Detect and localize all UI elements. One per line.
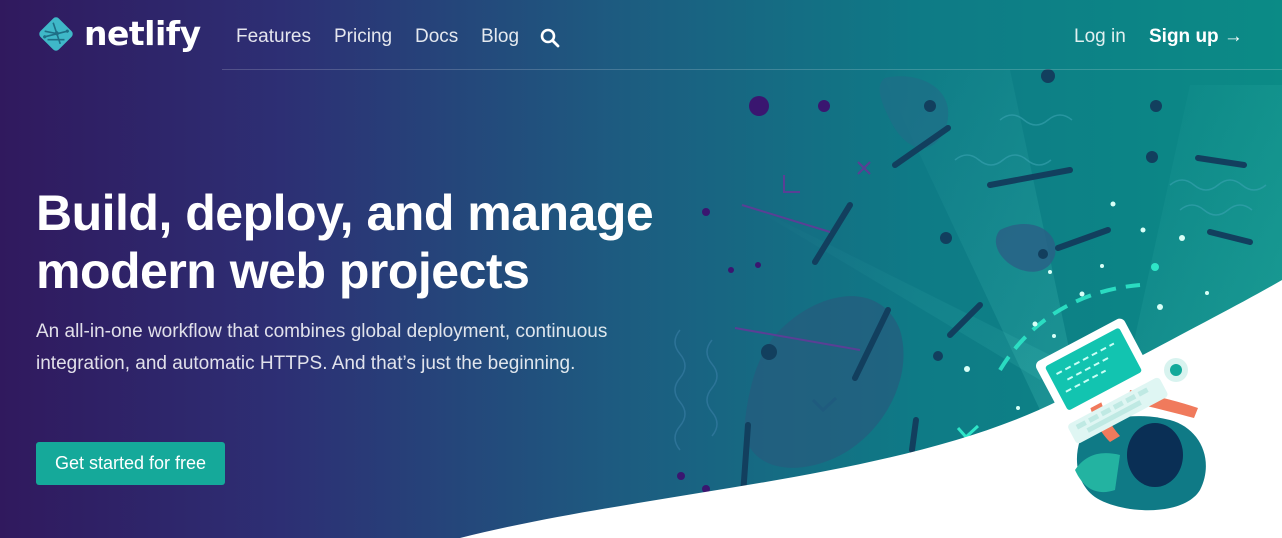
- wave-line: [706, 339, 718, 437]
- nav-link-features[interactable]: Features: [236, 26, 311, 48]
- nav-link-blog[interactable]: Blog: [481, 26, 519, 48]
- top-navigation: netlify Features Pricing Docs Blog Log i…: [0, 0, 1282, 70]
- netlify-logo[interactable]: netlify: [36, 14, 201, 54]
- hero-headline-line-1: Build, deploy, and manage: [36, 185, 654, 241]
- search-icon[interactable]: [540, 28, 560, 48]
- nav-link-pricing[interactable]: Pricing: [334, 26, 392, 48]
- brand-name: netlify: [84, 14, 201, 53]
- hero-subtitle: An all-in-one workflow that combines glo…: [36, 321, 608, 374]
- nav-divider: [222, 69, 1282, 70]
- signup-link[interactable]: Sign up →: [1149, 26, 1243, 48]
- netlify-logo-icon: [39, 17, 73, 51]
- get-started-button[interactable]: Get started for free: [36, 442, 225, 485]
- wave-line: [674, 329, 686, 451]
- hero-headline-line-2: modern web projects: [36, 243, 530, 299]
- nav-link-docs[interactable]: Docs: [415, 26, 458, 48]
- login-link[interactable]: Log in: [1074, 26, 1126, 48]
- hero-headline: Build, deploy, and manage modern web pro…: [36, 184, 716, 300]
